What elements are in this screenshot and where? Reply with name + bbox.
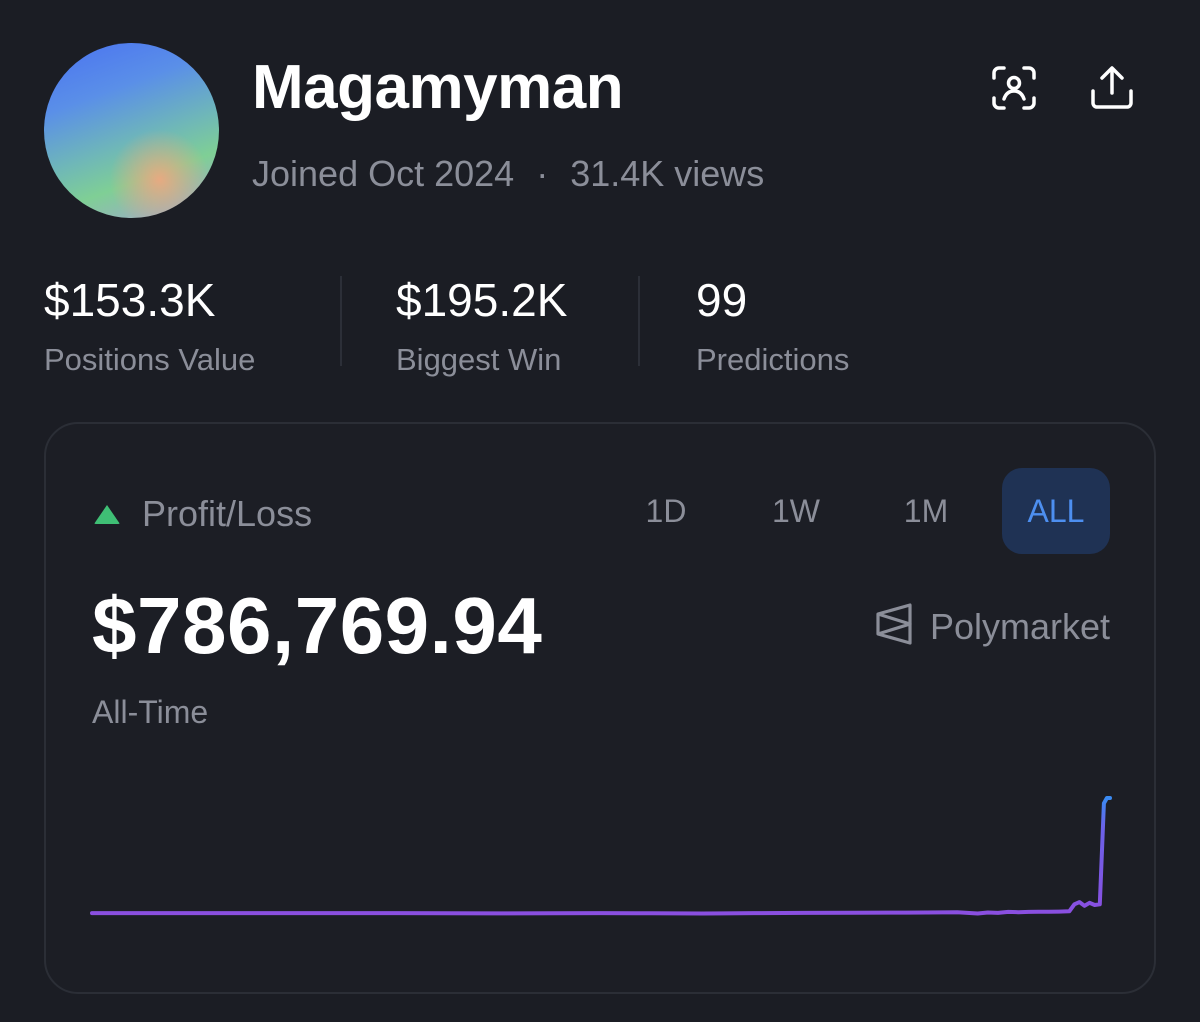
stat-label: Predictions [696, 342, 850, 377]
avatar[interactable] [44, 43, 219, 218]
face-scan-icon[interactable] [988, 62, 1040, 114]
profit-loss-label: Profit/Loss [142, 493, 313, 534]
tab-1m[interactable]: 1M [872, 468, 980, 554]
profit-loss-chart [90, 796, 1112, 916]
divider [340, 276, 342, 366]
profit-loss-header: Profit/Loss [94, 494, 312, 534]
up-triangle-icon [94, 504, 120, 524]
joined-date: Joined Oct 2024 [252, 153, 515, 194]
chart-layer [90, 796, 1112, 916]
tab-all[interactable]: ALL [1002, 468, 1110, 554]
profile-meta: Joined Oct 2024 · 31.4K views [252, 152, 764, 196]
tab-1d[interactable]: 1D [612, 468, 720, 554]
polymarket-logo-icon [874, 602, 914, 651]
stat-value: $195.2K [396, 274, 568, 326]
divider [638, 276, 640, 366]
stat-label: Positions Value [44, 342, 256, 377]
profit-loss-amount: $786,769.94 [92, 581, 543, 670]
view-count: 31.4K views [570, 153, 765, 194]
stat-label: Biggest Win [396, 342, 562, 377]
range-tabs: 1D 1W 1M ALL [612, 468, 1110, 554]
profile-page: Magamyman Joined Oct 2024 · 31.4K views $1… [0, 0, 1200, 1022]
share-icon[interactable] [1086, 62, 1138, 114]
stat-predictions: 99 Predictions [696, 272, 849, 380]
separator-dot: · [536, 153, 549, 194]
polymarket-brand[interactable]: Polymarket [874, 602, 1110, 651]
brand-name: Polymarket [929, 605, 1110, 647]
profit-loss-line [90, 796, 1112, 916]
tab-1w[interactable]: 1W [742, 468, 850, 554]
stat-value: 99 [696, 274, 748, 326]
range-label: All-Time [92, 694, 209, 730]
profit-loss-card: Profit/Loss 1D 1W 1M ALL $786,769.94 All… [44, 422, 1156, 994]
stat-value: $153.3K [44, 274, 216, 326]
stat-positions-value: $153.3K Positions Value [44, 272, 255, 380]
stat-biggest-win: $195.2K Biggest Win [396, 272, 567, 380]
profile-name: Magamyman [252, 53, 624, 122]
